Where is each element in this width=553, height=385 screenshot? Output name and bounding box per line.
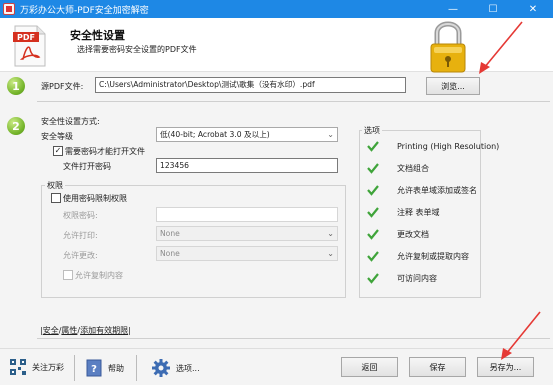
option-item: 更改文档 [367, 228, 429, 240]
option-item-label: 注释 表单域 [397, 207, 440, 217]
back-button[interactable]: 返回 [341, 357, 398, 377]
page-title: 安全性设置 [70, 29, 125, 42]
option-item: 允许复制或提取内容 [367, 250, 469, 262]
chevron-down-icon: ⌄ [327, 130, 334, 139]
option-item-label: 更改文档 [397, 229, 429, 239]
check-icon [367, 163, 379, 174]
option-item-label: 允许表单域添加或签名 [397, 185, 477, 195]
security-level-value: 低(40-bit; Acrobat 3.0 及以上) [160, 130, 270, 139]
window-title: 万彩办公大师-PDF安全加密解密 [20, 5, 149, 16]
check-icon [367, 251, 379, 262]
open-password-input[interactable]: 123456 [156, 158, 338, 173]
option-item: 可访问内容 [367, 272, 437, 284]
follow-button[interactable]: 关注万彩 [10, 359, 64, 375]
check-icon [367, 185, 379, 196]
options-label: 选项... [176, 363, 200, 373]
permission-password-input[interactable] [156, 207, 338, 222]
option-item-label: 文档组合 [397, 163, 429, 173]
divider [37, 338, 550, 339]
option-item-label: Printing (High Resolution) [397, 141, 500, 151]
follow-label: 关注万彩 [32, 362, 64, 372]
pdf-label: PDF [17, 33, 35, 42]
check-icon [367, 229, 379, 240]
title-bar: 万彩办公大师-PDF安全加密解密 — ☐ ✕ [0, 0, 553, 18]
option-item: 注释 表单域 [367, 206, 440, 218]
option-item: 允许表单域添加或签名 [367, 184, 477, 196]
source-file-label: 源PDF文件: [41, 82, 84, 91]
divider [74, 355, 75, 381]
option-item: Printing (High Resolution) [367, 140, 499, 152]
tab-security[interactable]: 安全 [43, 326, 59, 335]
allow-copy-checkbox[interactable] [63, 270, 73, 280]
require-open-password-label: 需要密码才能打开文件 [65, 147, 145, 156]
security-method-label: 安全性设置方式: [41, 117, 100, 126]
open-password-label: 文件打开密码 [63, 162, 111, 171]
require-open-password-checkbox[interactable]: ✓ [53, 146, 63, 156]
tab-bar: |安全/属性/添加有效期限| [40, 326, 131, 335]
save-button[interactable]: 保存 [409, 357, 466, 377]
minimize-button[interactable]: — [433, 0, 473, 18]
maximize-button[interactable]: ☐ [473, 0, 513, 18]
check-icon [367, 141, 379, 152]
qr-code-icon [10, 359, 26, 375]
allow-print-value: None [160, 229, 180, 238]
security-level-select[interactable]: 低(40-bit; Acrobat 3.0 及以上) ⌄ [156, 127, 338, 142]
check-icon [367, 207, 379, 218]
divider [37, 101, 550, 102]
help-button[interactable]: ? 帮助 [86, 359, 124, 377]
step-2-badge: 2 [7, 117, 25, 135]
save-as-button[interactable]: 另存为... [477, 357, 534, 377]
permissions-group-title: 权限 [45, 180, 65, 191]
security-level-label: 安全等级 [41, 132, 73, 141]
browse-button[interactable]: 浏览... [426, 77, 480, 95]
help-book-icon: ? [86, 359, 102, 377]
use-permission-password-label: 使用密码限制权限 [63, 194, 127, 203]
option-item: 文档组合 [367, 162, 429, 174]
lock-icon [430, 21, 466, 73]
allow-change-value: None [160, 249, 180, 258]
gear-icon [152, 359, 170, 377]
option-item-label: 可访问内容 [397, 273, 437, 283]
allow-change-label: 允许更改: [63, 251, 98, 260]
options-group-title: 选项 [362, 125, 382, 136]
footer-toolbar: 关注万彩 ? 帮助 选项... [0, 348, 553, 385]
allow-print-label: 允许打印: [63, 231, 98, 240]
tab-properties[interactable]: 属性 [61, 326, 77, 335]
close-button[interactable]: ✕ [513, 0, 553, 18]
allow-change-select[interactable]: None ⌄ [156, 246, 338, 261]
use-permission-password-checkbox[interactable] [51, 193, 61, 203]
divider [136, 355, 137, 381]
check-icon [367, 273, 379, 284]
chevron-down-icon: ⌄ [327, 229, 334, 238]
step-1-badge: 1 [7, 77, 25, 95]
source-file-path-input[interactable]: C:\Users\Administrator\Desktop\测试\歌集（没有水… [95, 77, 406, 93]
help-label: 帮助 [108, 363, 124, 373]
allow-print-select[interactable]: None ⌄ [156, 226, 338, 241]
allow-copy-label: 允许复制内容 [75, 271, 123, 280]
option-item-label: 允许复制或提取内容 [397, 251, 469, 261]
app-icon [3, 3, 15, 15]
permission-password-label: 权限密码: [63, 211, 98, 220]
header: PDF 安全性设置 选择需要密码安全设置的PDF文件 [0, 18, 553, 73]
page-subtitle: 选择需要密码安全设置的PDF文件 [77, 45, 197, 54]
tab-add-validity[interactable]: 添加有效期限 [80, 326, 128, 335]
svg-text:?: ? [91, 364, 97, 375]
pdf-document-icon: PDF [13, 25, 46, 67]
chevron-down-icon: ⌄ [327, 249, 334, 258]
options-button[interactable]: 选项... [152, 359, 200, 377]
